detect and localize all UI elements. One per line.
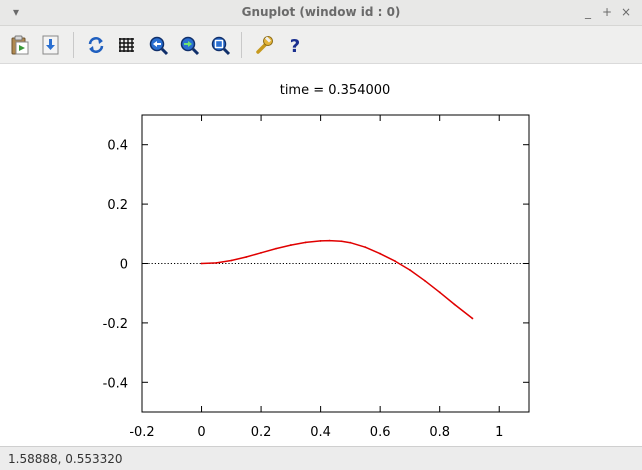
next-zoom-button[interactable] [178,34,200,56]
plot-area[interactable]: time = 0.354000 -0.2 0 0.2 0.4 0.6 0.8 1 0.4 0.2… [0,64,642,446]
data-point [328,239,331,242]
y-tick-label: -0.2 [103,317,128,332]
data-point [409,269,411,271]
cursor-coordinates: 1.58888, 0.553320 [8,452,123,466]
y-tick-label: 0.4 [107,139,128,154]
toolbar-separator [241,32,242,58]
chart[interactable]: time = 0.354000 -0.2 0 0.2 0.4 0.6 0.8 1 0.4 0.2… [0,64,642,446]
y-tick-label: -0.4 [103,376,128,391]
title-bar[interactable]: ▾ Gnuplot (window id : 0) _ + × [0,0,642,26]
autoscale-icon [211,36,231,56]
data-point [349,241,352,244]
data-point [215,262,218,264]
data-point [453,303,456,306]
data-point [319,240,322,242]
replot-button[interactable] [85,34,107,56]
data-point [438,291,441,294]
maximize-button[interactable]: + [599,4,615,20]
toolbar: ? [0,26,642,64]
next-zoom-icon [180,36,200,56]
data-point [394,260,396,263]
grid-icon [119,38,134,52]
data-point [289,244,292,246]
y-tick-label: 0 [120,258,128,273]
data-point [230,259,233,262]
data-point [340,240,343,243]
grid-button[interactable] [116,34,138,56]
data-point [245,256,248,258]
help-icon: ? [290,36,300,56]
svg-text:?: ? [290,36,300,56]
previous-zoom-icon [149,36,169,56]
data-point [379,252,382,255]
data-point [471,317,474,320]
chart-title: time = 0.354000 [280,83,391,98]
copy-to-clipboard-button[interactable] [9,34,31,56]
replot-icon [88,37,104,53]
x-tick-label: 0.2 [251,425,272,440]
settings-wrench-icon [256,36,273,54]
x-tick-label: 0.4 [310,425,331,440]
status-bar: 1.58888, 0.553320 [0,446,642,470]
export-icon [42,35,59,55]
export-button[interactable] [40,34,62,56]
previous-zoom-button[interactable] [147,34,169,56]
x-tick-label: 0.6 [370,425,391,440]
close-button[interactable]: × [618,4,634,20]
data-point [200,262,203,265]
data-point [260,251,262,254]
help-button[interactable]: ? [284,34,306,56]
data-point [423,279,426,282]
minimize-button[interactable]: _ [580,4,596,20]
toolbar-separator [73,32,74,58]
settings-button[interactable] [253,34,275,56]
x-tick-label: 0.8 [429,425,450,440]
window-title: Gnuplot (window id : 0) [241,5,401,19]
autoscale-button[interactable] [209,34,231,56]
data-point [304,241,307,244]
x-tick-label: 1 [495,425,503,440]
copy-to-clipboard-icon [11,35,29,55]
x-tick-label: 0 [197,425,205,440]
series-line [201,239,473,319]
data-point [275,247,277,250]
data-point [364,246,367,249]
gnuplot-window: ▾ Gnuplot (window id : 0) _ + × ? time =… [0,0,642,470]
x-tick-label: -0.2 [129,425,154,440]
y-tick-label: 0.2 [107,198,128,213]
